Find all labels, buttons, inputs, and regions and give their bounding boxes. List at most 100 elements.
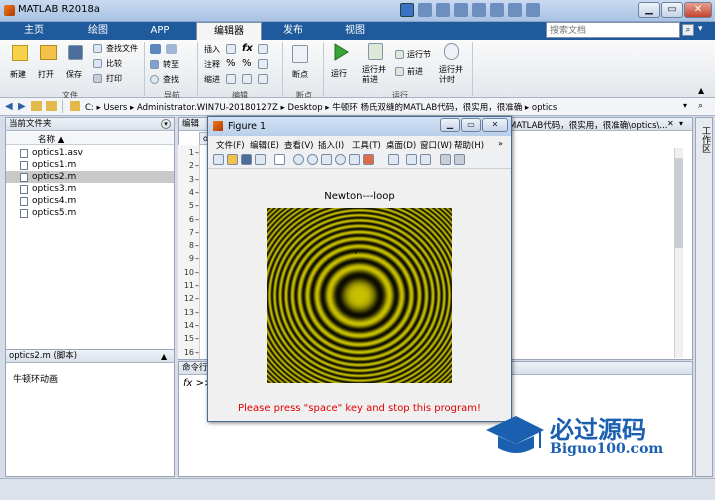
insert-button[interactable]: 插入 — [204, 44, 220, 55]
quick-access-icon[interactable] — [418, 3, 432, 17]
comment-icon[interactable]: % — [226, 58, 236, 69]
search-folder-icon[interactable]: ⌕ — [698, 101, 703, 111]
open-file-icon[interactable] — [227, 154, 238, 165]
outdent-icon[interactable] — [258, 74, 268, 84]
tab-publish[interactable]: 发布 — [264, 22, 322, 40]
figure-menu-item[interactable]: 插入(I) — [318, 139, 344, 151]
insert-section-icon[interactable] — [226, 44, 236, 54]
figure-menu-item[interactable]: 编辑(E) — [250, 139, 279, 151]
line-marker[interactable]: – — [195, 281, 199, 290]
quick-access-icon[interactable] — [508, 3, 522, 17]
zoom-in-icon[interactable] — [293, 154, 304, 165]
save-figure-icon[interactable] — [241, 154, 252, 165]
indent-button[interactable]: 缩进 — [204, 74, 220, 85]
save-button[interactable]: 保存 — [66, 45, 88, 85]
find-button[interactable]: 查找 — [150, 74, 195, 86]
quick-access-icon[interactable] — [454, 3, 468, 17]
line-marker[interactable]: – — [195, 294, 199, 303]
up-folder-icon[interactable] — [31, 101, 42, 111]
forward-icon[interactable]: ▶ — [18, 101, 26, 112]
column-header[interactable]: 名称 ▲ — [6, 132, 174, 145]
expand-icon[interactable]: ▾ — [698, 24, 710, 36]
insert-icon[interactable] — [258, 44, 268, 54]
line-marker[interactable]: – — [195, 201, 199, 210]
show-plot-tools-icon[interactable] — [454, 154, 465, 165]
print-button[interactable]: 打印 — [93, 73, 143, 85]
forward-arrow-icon[interactable] — [166, 44, 177, 54]
goto-button[interactable]: 转至 — [150, 59, 195, 71]
figure-menu-item[interactable]: 窗口(W) — [420, 139, 452, 151]
file-item[interactable]: optics3.m — [6, 183, 174, 195]
file-item[interactable]: optics4.m — [6, 195, 174, 207]
close-button[interactable]: ✕ — [684, 2, 712, 18]
indent-icon[interactable] — [242, 74, 252, 84]
editor-menu-icon[interactable]: ▾ — [679, 119, 683, 128]
insert-colorbar-icon[interactable] — [406, 154, 417, 165]
quick-access-icon[interactable] — [472, 3, 486, 17]
uncomment-icon[interactable]: % — [242, 58, 252, 69]
file-item[interactable]: optics5.m — [6, 207, 174, 219]
details-toggle-icon[interactable]: ▲ — [161, 352, 167, 361]
quick-access-save-icon[interactable] — [400, 3, 414, 17]
brush-icon[interactable] — [363, 154, 374, 165]
workspace-label[interactable]: 工作区 — [699, 126, 712, 153]
minimize-button[interactable]: ▁ — [638, 2, 660, 18]
edit-plot-icon[interactable] — [274, 154, 285, 165]
line-marker[interactable]: – — [195, 254, 199, 263]
line-marker[interactable]: – — [195, 161, 199, 170]
file-item[interactable]: optics1.asv — [6, 147, 174, 159]
search-docs-input[interactable] — [546, 22, 680, 38]
line-marker[interactable]: – — [195, 215, 199, 224]
breakpoints-button[interactable]: 断点 — [290, 45, 314, 85]
figure-menu-item[interactable]: 帮助(H) — [454, 139, 484, 151]
run-button[interactable]: 运行 — [330, 43, 354, 87]
new-figure-icon[interactable] — [213, 154, 224, 165]
quick-access-icon[interactable] — [490, 3, 504, 17]
maximize-button[interactable]: ▭ — [661, 2, 683, 18]
advance-button[interactable]: 前进 — [395, 66, 435, 78]
back-arrow-icon[interactable] — [150, 44, 161, 54]
new-button[interactable]: 新建 — [10, 45, 32, 85]
file-item[interactable]: optics1.m — [6, 159, 174, 171]
link-plot-icon[interactable] — [388, 154, 399, 165]
fx-icon[interactable]: fx — [242, 43, 253, 54]
quick-access-icon[interactable] — [436, 3, 450, 17]
path-dropdown-icon[interactable]: ▾ — [683, 101, 687, 110]
line-marker[interactable]: – — [195, 188, 199, 197]
line-marker[interactable]: – — [195, 148, 199, 157]
data-cursor-icon[interactable] — [349, 154, 360, 165]
wrap-comment-icon[interactable] — [258, 59, 268, 69]
run-section-button[interactable]: 运行节 — [395, 49, 435, 61]
print-figure-icon[interactable] — [255, 154, 266, 165]
search-icon[interactable]: ⌕ — [682, 24, 694, 36]
figure-menu-item[interactable]: 文件(F) — [216, 139, 245, 151]
menu-overflow-icon[interactable]: » — [498, 139, 503, 148]
tab-editor[interactable]: 编辑器 — [196, 22, 262, 40]
insert-legend-icon[interactable] — [420, 154, 431, 165]
line-marker[interactable]: – — [195, 348, 199, 357]
browse-folder-icon[interactable] — [46, 101, 57, 111]
smart-indent-icon[interactable] — [226, 74, 236, 84]
rotate-icon[interactable] — [335, 154, 346, 165]
figure-menu-item[interactable]: 查看(V) — [284, 139, 313, 151]
line-marker[interactable]: – — [195, 308, 199, 317]
newton-rings-image[interactable] — [267, 208, 452, 383]
editor-close-icon[interactable]: ✕ — [667, 119, 674, 128]
line-marker[interactable]: – — [195, 321, 199, 330]
file-item[interactable]: optics2.m — [6, 171, 174, 183]
panel-menu-icon[interactable]: ▾ — [161, 119, 171, 129]
figure-menu-item[interactable]: 桌面(D) — [386, 139, 416, 151]
editor-scrollbar[interactable] — [674, 148, 683, 358]
scroll-thumb[interactable] — [675, 158, 683, 248]
zoom-out-icon[interactable] — [307, 154, 318, 165]
ribbon-collapse-icon[interactable]: ▲ — [698, 86, 704, 95]
line-marker[interactable]: – — [195, 228, 199, 237]
comment-button[interactable]: 注释 — [204, 59, 220, 70]
figure-menu-item[interactable]: 工具(T) — [352, 139, 381, 151]
tab-home[interactable]: 主页 — [6, 22, 62, 40]
tab-view[interactable]: 视图 — [326, 22, 384, 40]
compare-button[interactable]: 比较 — [93, 58, 143, 70]
figure-close-button[interactable]: ✕ — [482, 118, 508, 132]
line-marker[interactable]: – — [195, 175, 199, 184]
line-marker[interactable]: – — [195, 334, 199, 343]
